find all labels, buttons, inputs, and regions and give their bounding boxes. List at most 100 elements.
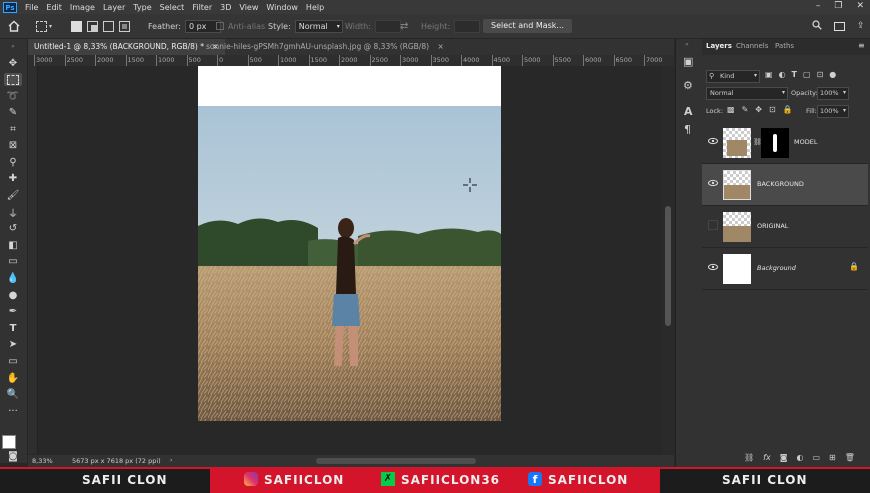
menu-select[interactable]: Select [156, 3, 189, 12]
marquee-tool-icon[interactable] [4, 73, 22, 86]
lock-position-icon[interactable]: ✥ [755, 105, 762, 114]
more-tools-icon[interactable]: ··· [4, 405, 22, 418]
minimize-icon[interactable]: – [816, 1, 821, 11]
document-info[interactable]: 5673 px x 7618 px (72 ppi) [72, 457, 161, 465]
document-canvas[interactable] [198, 66, 501, 421]
zoom-tool-icon[interactable]: 🔍 [4, 388, 22, 401]
frame-tool-icon[interactable]: ⊠ [4, 139, 22, 152]
paragraph-panel-icon[interactable]: ¶ [684, 123, 691, 136]
filter-adjustment-icon[interactable]: ◐ [779, 70, 786, 79]
menu-window[interactable]: Window [262, 3, 302, 12]
blend-mode-select[interactable]: Normal ▾ [706, 87, 788, 100]
blur-tool-icon[interactable]: 💧 [4, 272, 22, 285]
collapse-icon[interactable]: » [4, 40, 22, 53]
hand-tool-icon[interactable]: ✋ [4, 372, 22, 385]
history-panel-icon[interactable]: ▣ [683, 55, 693, 68]
path-selection-tool-icon[interactable]: ➤ [4, 338, 22, 351]
add-selection-icon[interactable] [87, 20, 98, 32]
status-arrow-icon[interactable]: › [170, 457, 172, 464]
share-icon[interactable]: ⇪ [857, 21, 865, 31]
vertical-scrollbar[interactable] [662, 66, 674, 454]
new-selection-icon[interactable] [71, 20, 82, 32]
menu-type[interactable]: Type [129, 3, 155, 12]
delete-layer-icon[interactable]: 🗑 [845, 453, 855, 462]
filter-smart-icon[interactable]: ⊡ [817, 70, 824, 79]
close-tab-icon[interactable]: × [437, 42, 443, 51]
maximize-icon[interactable]: ❐ [834, 1, 842, 11]
layer-row-background-selected[interactable]: BACKGROUND [702, 164, 868, 206]
visibility-eye-icon[interactable] [708, 136, 718, 146]
tab-channels[interactable]: Channels [736, 42, 768, 50]
layer-mask-thumbnail[interactable] [761, 128, 789, 158]
menu-view[interactable]: View [235, 3, 262, 12]
layer-row-original[interactable]: ORIGINAL [702, 206, 868, 248]
healing-tool-icon[interactable]: ✚ [4, 172, 22, 185]
menu-filter[interactable]: Filter [188, 3, 216, 12]
filter-shape-icon[interactable]: ▢ [803, 70, 811, 79]
filter-toggle-icon[interactable]: ● [829, 70, 836, 79]
width-input[interactable] [374, 19, 401, 33]
panel-menu-icon[interactable]: ≡ [858, 41, 865, 50]
menu-3d[interactable]: 3D [216, 3, 235, 12]
menu-help[interactable]: Help [302, 3, 328, 12]
visibility-off-icon[interactable] [708, 220, 718, 230]
layer-row-model[interactable]: ⛓ MODEL [702, 122, 868, 164]
rectangle-tool-icon[interactable]: ▭ [4, 355, 22, 368]
zoom-level[interactable]: 8,33% [32, 457, 53, 465]
lasso-tool-icon[interactable]: ➰ [4, 90, 22, 103]
visibility-eye-icon[interactable] [708, 262, 718, 272]
canvas-area[interactable] [38, 66, 662, 454]
brush-tool-icon[interactable]: 🖌 [4, 189, 22, 202]
lock-pixels-icon[interactable]: ✎ [742, 105, 749, 114]
menu-edit[interactable]: Edit [42, 3, 66, 12]
layer-filter-select[interactable]: ⚲ Kind ▾ [706, 70, 760, 83]
link-layers-icon[interactable]: ⛓ [744, 453, 754, 462]
adjustment-layer-icon[interactable]: ◐ [796, 453, 803, 462]
pen-tool-icon[interactable]: ✒ [4, 305, 22, 318]
lock-transparent-icon[interactable]: ▩ [727, 105, 735, 114]
add-mask-icon[interactable]: ◙ [780, 453, 788, 462]
gradient-tool-icon[interactable]: ▭ [4, 255, 22, 268]
select-and-mask-button[interactable]: Select and Mask... [483, 19, 573, 33]
home-icon[interactable] [8, 14, 20, 38]
dodge-tool-icon[interactable]: ● [4, 289, 22, 302]
menu-file[interactable]: File [21, 3, 42, 12]
style-select[interactable]: Normal ▾ [294, 19, 343, 33]
eraser-tool-icon[interactable]: ◧ [4, 239, 22, 252]
lock-all-icon[interactable]: 🔒 [783, 105, 793, 114]
adjustments-panel-icon[interactable]: ⚙ [683, 79, 693, 92]
tab-paths[interactable]: Paths [775, 42, 794, 50]
quick-mask-icon[interactable]: ◙ [4, 450, 22, 463]
tab-source-image[interactable]: sonnie-hiles-gPSMh7gmhAU-unsplash.jpg @ … [200, 39, 450, 55]
subtract-selection-icon[interactable] [103, 20, 114, 32]
lock-artboard-icon[interactable]: ⊡ [769, 105, 776, 114]
menu-layer[interactable]: Layer [99, 3, 129, 12]
history-brush-tool-icon[interactable]: ↺ [4, 222, 22, 235]
visibility-eye-icon[interactable] [708, 178, 718, 188]
quick-selection-tool-icon[interactable]: ✎ [4, 106, 22, 119]
filter-type-icon[interactable]: T [792, 70, 797, 79]
opacity-input[interactable]: 100% ▾ [817, 87, 849, 100]
scroll-thumb[interactable] [665, 206, 671, 326]
search-icon[interactable] [812, 20, 822, 32]
foreground-color-swatch[interactable] [2, 435, 16, 449]
marquee-preset-icon[interactable]: ▾ [36, 14, 52, 38]
collapse-panels-icon[interactable]: « [685, 41, 689, 48]
layer-style-icon[interactable]: fx [763, 453, 771, 462]
layer-row-base-background[interactable]: Background 🔒 [702, 248, 868, 290]
filter-pixel-icon[interactable]: ▣ [765, 70, 773, 79]
height-input[interactable] [454, 19, 481, 33]
type-tool-icon[interactable]: T [4, 322, 22, 335]
antialias-checkbox[interactable] [216, 22, 224, 30]
swap-icon[interactable]: ⇄ [400, 14, 408, 38]
fill-input[interactable]: 100% ▾ [817, 105, 849, 118]
eyedropper-tool-icon[interactable]: ⚲ [4, 156, 22, 169]
new-group-icon[interactable]: ▭ [812, 453, 820, 462]
horizontal-scrollbar[interactable] [316, 458, 476, 464]
new-layer-icon[interactable]: ⊞ [829, 453, 836, 462]
move-tool-icon[interactable]: ✥ [4, 57, 22, 70]
character-panel-icon[interactable]: A [684, 105, 693, 118]
intersect-selection-icon[interactable] [119, 20, 130, 32]
clone-stamp-tool-icon[interactable]: ⏚ [4, 206, 22, 220]
menu-image[interactable]: Image [66, 3, 99, 12]
